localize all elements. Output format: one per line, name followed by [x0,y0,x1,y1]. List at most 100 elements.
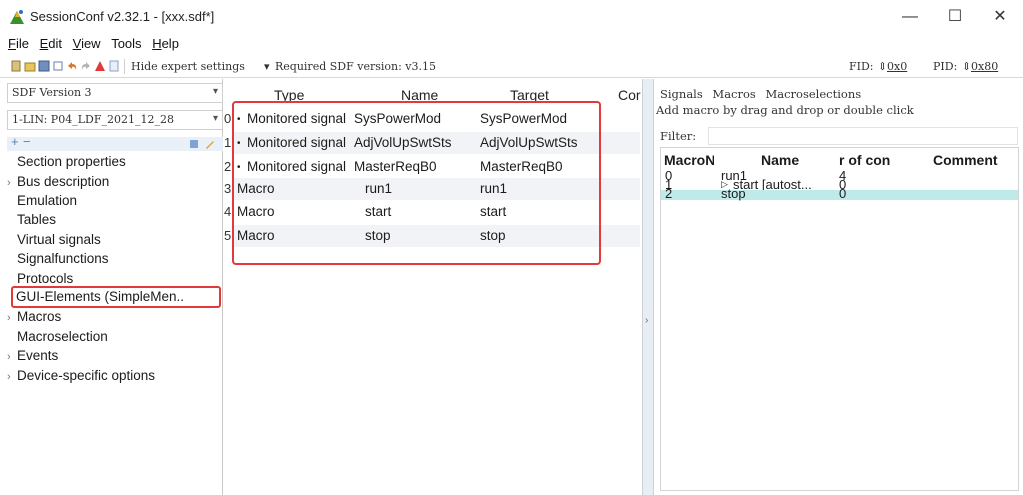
chevron-right-icon[interactable]: › [7,371,17,383]
warning-icon[interactable] [94,60,106,72]
drag-drop-hint: Add macro by drag and drop or double cli… [656,103,914,117]
menu-edit[interactable]: Edit [40,36,62,51]
chevron-right-icon[interactable]: › [7,312,17,324]
nav-label: Tables [17,212,57,227]
menu-file[interactable]: File [8,36,29,51]
column-header-comment[interactable]: Cor [618,87,641,103]
menu-help-label: elp [161,36,179,51]
column-header-macro-nr[interactable]: MacroN [664,152,714,168]
nav-bus-description[interactable]: › Bus description [7,174,109,193]
nav-macros[interactable]: › Macros [7,309,61,328]
column-header-count[interactable]: r of con [839,152,890,168]
hide-expert-settings-toggle[interactable]: Hide expert settings [131,60,245,73]
fid-spinner-icon[interactable]: ⇕ [878,60,887,73]
nav-macroselection[interactable]: Macroselection [7,329,108,348]
column-header-comment[interactable]: Comment [933,152,998,168]
fid-value[interactable]: 0x0 [887,60,907,73]
lin-channel-value: 1-LIN: P04_LDF_2021_12_28 [12,113,174,126]
nav-emulation[interactable]: Emulation [7,193,77,212]
expand-all-button[interactable]: + [11,134,19,149]
maximize-button[interactable]: ☐ [940,6,970,28]
menu-help-mnemonic: H [152,36,162,51]
minimize-button[interactable]: — [895,6,925,28]
menu-edit-label: dit [48,36,62,51]
nav-signalfunctions[interactable]: Signalfunctions [7,251,109,270]
nav-device-specific-options[interactable]: › Device-specific options [7,368,155,387]
nav-label: Events [17,348,59,363]
close-button[interactable]: ✕ [985,6,1015,28]
tab-macroselections[interactable]: Macroselections [765,87,861,101]
tab-macros[interactable]: Macros [712,87,755,101]
nav-label: Signalfunctions [17,251,109,266]
menu-view[interactable]: View [73,36,101,51]
window-title: SessionConf v2.32.1 - [xxx.sdf*] [30,9,215,24]
menu-tools-label: Tools [111,36,142,51]
menu-view-mnemonic: V [72,36,82,51]
column-header-name[interactable]: Name [761,152,799,168]
tab-signals[interactable]: Signals [660,87,703,101]
pid-hex-spinner-icon[interactable]: ⇕ [962,60,971,73]
document-icon[interactable] [108,60,120,72]
cell-name: stop [721,186,746,201]
cell-count: 0 [839,186,847,201]
nav-label: Protocols [17,271,74,286]
nav-label: Section properties [17,154,126,169]
highlight-box [232,101,601,265]
nav-label: Bus description [17,174,110,189]
filter-label: Filter: [660,129,697,143]
pid-value[interactable]: 0x80 [971,60,998,73]
collapse-all-button[interactable]: − [23,134,31,149]
nav-gui-elements[interactable]: GUI-Elements (SimpleMen.. [11,286,221,308]
pid-label: PID: [933,60,958,73]
nav-label: Emulation [17,193,78,208]
nav-label: Device-specific options [17,368,156,383]
table-row-selected[interactable]: 2 stop 0 [661,186,1018,201]
redo-icon[interactable] [80,60,92,72]
gui-elements-table: Type Name Target Cor 0 • Monitored signa… [224,79,641,495]
title-bar: SessionConf v2.32.1 - [xxx.sdf*] — ☐ ✕ [0,0,1023,34]
filter-input[interactable] [708,127,1018,145]
fid-label: FID: [849,60,874,73]
save-icon[interactable] [38,60,50,72]
tree-settings-icon[interactable] [189,139,199,149]
cell-nr: 2 [665,186,673,201]
required-sdf-version: Required SDF version: v3.15 [275,60,436,73]
tree-edit-icon[interactable] [205,139,215,149]
menu-file-mnemonic: F [8,36,16,51]
chevron-right-icon[interactable]: › [7,351,17,363]
toolbar: Hide expert settings ▾ Required SDF vers… [0,56,1023,78]
copy-icon[interactable] [52,60,64,72]
chevron-right-icon[interactable]: › [645,315,648,326]
menu-help[interactable]: Help [152,36,179,51]
nav-tables[interactable]: Tables [7,212,56,231]
lin-channel-select[interactable]: 1-LIN: P04_LDF_2021_12_28 ▾ [7,110,223,130]
toolbar-separator [124,59,125,74]
sdf-version-select[interactable]: SDF Version 3 ▾ [7,83,223,103]
nav-section-properties[interactable]: Section properties [7,154,126,173]
chevron-right-icon[interactable]: › [7,177,17,189]
chevron-down-icon: ▾ [212,86,218,97]
nav-virtual-signals[interactable]: Virtual signals [7,232,101,251]
chevron-down-icon: ▾ [212,113,218,124]
new-file-icon[interactable] [10,60,22,72]
left-panel: SDF Version 3 ▾ 1-LIN: P04_LDF_2021_12_2… [7,79,223,495]
menu-edit-mnemonic: E [39,36,49,51]
right-panel: Signals Macros Macroselections Add macro… [656,79,1023,495]
open-file-icon[interactable] [24,60,36,72]
sdf-version-value: SDF Version 3 [12,86,92,99]
nav-label: Macroselection [17,329,108,344]
nav-label: Macros [17,309,62,324]
nav-events[interactable]: › Events [7,348,58,367]
dropdown-arrow-icon: ▾ [264,60,270,73]
panel-splitter[interactable]: › [642,79,654,495]
menu-bar: File Edit View Tools Help [0,36,400,56]
app-logo-icon [10,10,24,24]
macro-table: MacroN Name r of con Comment 0 run1 4 1 … [660,147,1019,491]
undo-icon[interactable] [66,60,78,72]
nav-label: GUI-Elements (SimpleMen.. [16,289,185,304]
menu-view-label: iew [81,36,101,51]
right-panel-tabs: Signals Macros Macroselections [660,87,867,101]
tree-toolbar: + − [7,134,223,151]
menu-tools[interactable]: Tools [111,36,141,51]
menu-file-label: ile [15,36,29,51]
